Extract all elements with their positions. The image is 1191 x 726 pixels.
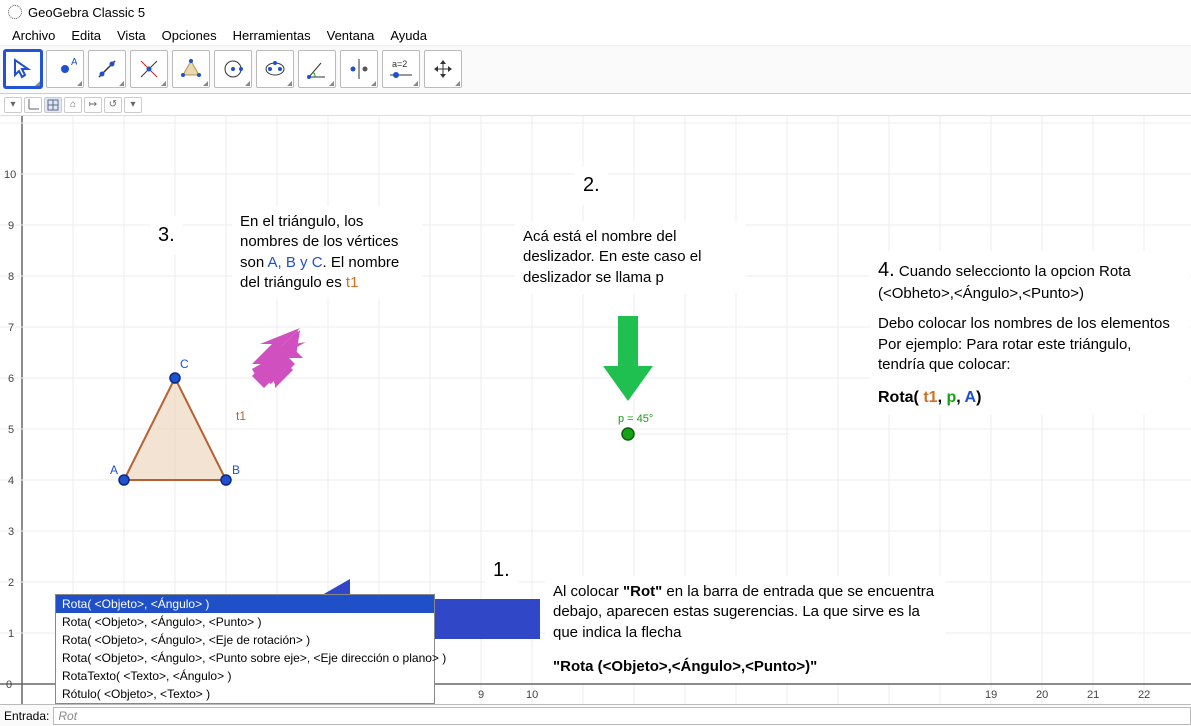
- label-C: C: [180, 357, 189, 371]
- tool-polygon[interactable]: [172, 50, 210, 88]
- svg-text:2: 2: [8, 577, 14, 589]
- window-title: GeoGebra Classic 5: [28, 5, 145, 20]
- note-2-num: 2.: [575, 166, 608, 205]
- svg-text:a=2: a=2: [392, 59, 407, 69]
- window-titlebar: GeoGebra Classic 5: [0, 0, 1191, 24]
- subbar-axes-icon[interactable]: [24, 97, 42, 113]
- svg-text:20: 20: [1036, 689, 1048, 701]
- svg-text:3: 3: [8, 526, 14, 538]
- menu-vista[interactable]: Vista: [111, 26, 152, 43]
- svg-text:7: 7: [8, 322, 14, 334]
- suggestion-item[interactable]: Rota( <Objeto>, <Ángulo>, <Punto> ): [56, 613, 434, 631]
- tool-move-view[interactable]: [424, 50, 462, 88]
- menu-herramientas[interactable]: Herramientas: [227, 26, 317, 43]
- note-3-text: En el triángulo, los nombres de los vért…: [232, 206, 422, 299]
- arrow-magenta-final: [250, 328, 305, 391]
- menubar: Archivo Edita Vista Opciones Herramienta…: [0, 24, 1191, 46]
- svg-text:0: 0: [6, 679, 12, 691]
- svg-text:8: 8: [8, 271, 14, 283]
- menu-ayuda[interactable]: Ayuda: [384, 26, 433, 43]
- app-logo-icon: [8, 5, 22, 19]
- menu-ventana[interactable]: Ventana: [321, 26, 381, 43]
- svg-text:4: 4: [8, 475, 14, 487]
- subbar-home-icon[interactable]: ⌂: [64, 97, 82, 113]
- tool-perpendicular[interactable]: [130, 50, 168, 88]
- tool-circle[interactable]: [214, 50, 252, 88]
- tool-line[interactable]: [88, 50, 126, 88]
- svg-text:9: 9: [478, 689, 484, 701]
- suggestion-item[interactable]: Rota( <Objeto>, <Ángulo>, <Punto sobre e…: [56, 649, 434, 667]
- suggestion-item[interactable]: Rota( <Objeto>, <Ángulo> ): [56, 595, 434, 613]
- tool-move[interactable]: [4, 50, 42, 88]
- label-A: A: [110, 463, 118, 477]
- tool-point[interactable]: A: [46, 50, 84, 88]
- autocomplete-popup: Rota( <Objeto>, <Ángulo> ) Rota( <Objeto…: [55, 594, 435, 704]
- input-label: Entrada:: [0, 709, 53, 723]
- menu-opciones[interactable]: Opciones: [156, 26, 223, 43]
- subbar-grid-icon[interactable]: [44, 97, 62, 113]
- suggestion-item[interactable]: Rótulo( <Objeto>, <Texto> ): [56, 685, 434, 703]
- tool-slider[interactable]: a=2: [382, 50, 420, 88]
- note-1-text: Al colocar "Rot" en la barra de entrada …: [545, 576, 945, 683]
- label-t1: t1: [236, 409, 246, 423]
- point-A[interactable]: [119, 475, 129, 485]
- toolbar: A a=2: [0, 46, 1191, 94]
- point-B[interactable]: [221, 475, 231, 485]
- svg-text:22: 22: [1138, 689, 1150, 701]
- tool-angle[interactable]: [298, 50, 336, 88]
- input-bar: Entrada:: [0, 704, 1191, 726]
- note-4: 4. Cuando seleccionto la opcion Rota (<O…: [870, 251, 1190, 415]
- slider-label: p = 45°: [618, 413, 653, 425]
- tool-reflect[interactable]: [340, 50, 378, 88]
- slider-knob[interactable]: [622, 428, 634, 440]
- svg-text:21: 21: [1087, 689, 1099, 701]
- svg-text:9: 9: [8, 220, 14, 232]
- tool-ellipse[interactable]: [256, 50, 294, 88]
- view-subbar: ▾ ⌂ ↦ ↺ ▾: [0, 94, 1191, 116]
- subbar-snap-icon[interactable]: ↦: [84, 97, 102, 113]
- svg-text:10: 10: [526, 689, 538, 701]
- label-B: B: [232, 463, 240, 477]
- svg-text:5: 5: [8, 424, 14, 436]
- command-input[interactable]: [53, 707, 1191, 725]
- note-3-num: 3.: [150, 216, 183, 255]
- subbar-dropdown-icon[interactable]: ▾: [4, 97, 22, 113]
- svg-text:A: A: [71, 57, 77, 68]
- subbar-undo-icon[interactable]: ↺: [104, 97, 122, 113]
- svg-text:1: 1: [8, 628, 14, 640]
- menu-edita[interactable]: Edita: [65, 26, 107, 43]
- svg-text:10: 10: [4, 169, 16, 181]
- suggestion-item[interactable]: RotaTexto( <Texto>, <Ángulo> ): [56, 667, 434, 685]
- point-C[interactable]: [170, 373, 180, 383]
- menu-archivo[interactable]: Archivo: [6, 26, 61, 43]
- note-2-text: Acá está el nombre del deslizador. En es…: [515, 221, 745, 294]
- svg-text:6: 6: [8, 373, 14, 385]
- subbar-dropdown2-icon[interactable]: ▾: [124, 97, 142, 113]
- arrow-green-icon: [598, 316, 658, 406]
- suggestion-item[interactable]: Rota( <Objeto>, <Ángulo>, <Eje de rotaci…: [56, 631, 434, 649]
- svg-text:19: 19: [985, 689, 997, 701]
